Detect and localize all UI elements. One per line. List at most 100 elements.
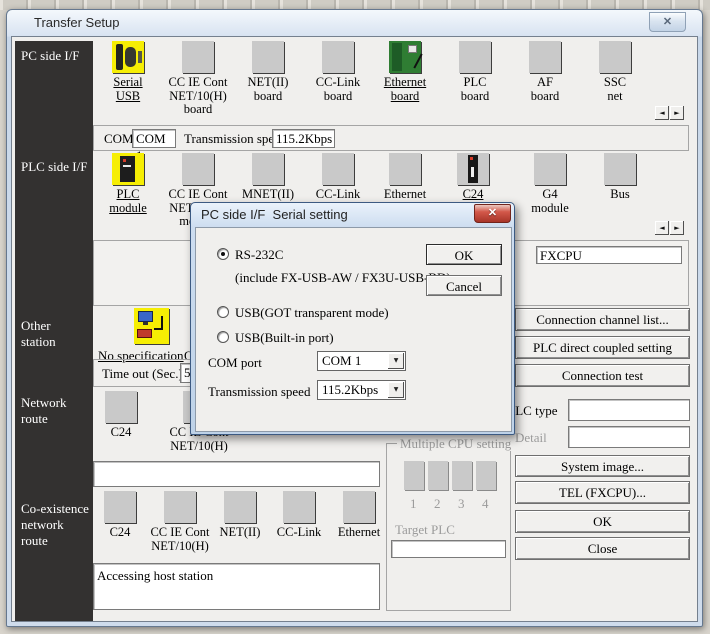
cpu-slot-number: 3 xyxy=(458,496,465,511)
target-plc-field xyxy=(391,540,506,558)
cpu-slot-icon xyxy=(476,461,496,490)
network-route-c24[interactable]: C24 xyxy=(87,391,155,440)
board-icon xyxy=(252,41,284,73)
system-image-button[interactable]: System image... xyxy=(515,455,690,477)
plc-type-field xyxy=(568,399,690,421)
pc-if-serial-usb[interactable]: Serial USB xyxy=(94,41,162,103)
label-coexistence-route: Co-existence network route xyxy=(21,501,93,549)
transmission-speed-select[interactable]: 115.2Kbps ▼ xyxy=(317,380,406,400)
pc-if-ccie-board[interactable]: CC IE Cont NET/10(H) board xyxy=(164,41,232,117)
module-icon xyxy=(224,491,256,523)
timeout-label: Time out (Sec.) xyxy=(102,366,183,381)
module-icon xyxy=(604,153,636,185)
dialog-speed-label: Transmission speed xyxy=(208,384,310,399)
board-icon xyxy=(529,41,561,73)
coexistence-ccie[interactable]: CC IE Cont NET/10(H) xyxy=(146,491,214,553)
plc-type-label: PLC type xyxy=(508,403,557,418)
pc-if-plc-board[interactable]: PLC board xyxy=(441,41,509,103)
close-button[interactable]: Close xyxy=(515,537,690,560)
icon-label: PLC module xyxy=(94,188,162,215)
com-settings-bar: COM COM 1 Transmission speed 115.2Kbps xyxy=(93,125,689,151)
rs232c-radio[interactable] xyxy=(217,248,229,260)
network-route-display xyxy=(93,461,380,487)
com-port-value: COM 1 xyxy=(322,353,361,368)
dialog-cancel-button[interactable]: Cancel xyxy=(426,275,502,296)
usb-got-radio-label[interactable]: USB(GOT transparent mode) xyxy=(235,305,389,320)
cpu-slot-number: 4 xyxy=(482,496,489,511)
plc-if-g4-module[interactable]: G4 module xyxy=(516,153,584,215)
label-pc-side-if: PC side I/F xyxy=(21,48,80,64)
close-icon[interactable]: ✕ xyxy=(649,12,686,32)
board-icon xyxy=(599,41,631,73)
scroll-right-icon[interactable]: ► xyxy=(670,221,684,235)
chevron-down-icon[interactable]: ▼ xyxy=(388,382,404,398)
pc-if-ethernet-board[interactable]: Ethernet board xyxy=(371,41,439,103)
module-icon xyxy=(322,153,354,185)
pc-if-net2-board[interactable]: NET(II) board xyxy=(234,41,302,103)
usb-got-radio[interactable] xyxy=(217,306,229,318)
dialog-ok-button[interactable]: OK xyxy=(426,244,502,265)
icon-label: NET(II) board xyxy=(234,76,302,103)
ethernet-board-icon xyxy=(389,41,421,73)
section-sidebar: PC side I/F PLC side I/F Other station N… xyxy=(15,41,93,621)
rs232c-radio-label[interactable]: RS-232C xyxy=(235,247,283,262)
icon-label: Bus xyxy=(586,188,654,202)
c24-icon xyxy=(457,153,489,185)
rs232c-note: (include FX-USB-AW / FX3U-USB-BD) xyxy=(235,270,451,285)
com-port-label: COM port xyxy=(208,355,262,370)
com-port-select[interactable]: COM 1 ▼ xyxy=(317,351,406,371)
multiple-cpu-group: Multiple CPU setting 1 2 3 4 Target PLC xyxy=(386,443,511,611)
connection-channel-list-button[interactable]: Connection channel list... xyxy=(515,308,690,331)
module-icon xyxy=(283,491,315,523)
coexistence-cclink[interactable]: CC-Link xyxy=(265,491,333,540)
icon-label: Ethernet board xyxy=(371,76,439,103)
connection-test-button[interactable]: Connection test xyxy=(515,364,690,387)
label-network-route: Network route xyxy=(21,395,67,427)
speed-value-field: 115.2Kbps xyxy=(272,129,335,148)
icon-label: CC-Link xyxy=(265,526,333,540)
dialog-close-icon[interactable]: ✕ xyxy=(474,204,511,223)
icon-label: C24 xyxy=(87,426,155,440)
cpu-slot-icon xyxy=(452,461,472,490)
coexistence-c24[interactable]: C24 xyxy=(86,491,154,540)
detail-label: Detail xyxy=(515,430,547,445)
plc-direct-coupled-button[interactable]: PLC direct coupled setting xyxy=(515,336,690,359)
detail-field xyxy=(568,426,690,448)
tel-fxcpu-button[interactable]: TEL (FXCPU)... xyxy=(515,481,690,504)
other-station-no-specification[interactable]: No specification xyxy=(106,308,196,344)
board-icon xyxy=(459,41,491,73)
usb-builtin-radio[interactable] xyxy=(217,331,229,343)
module-icon xyxy=(182,153,214,185)
coexistence-net2[interactable]: NET(II) xyxy=(206,491,274,540)
icon-label: CC IE Cont NET/10(H) xyxy=(146,526,214,553)
scroll-left-icon[interactable]: ◄ xyxy=(655,106,669,120)
plc-if-plc-module[interactable]: PLC module xyxy=(94,153,162,215)
scroll-right-icon[interactable]: ► xyxy=(670,106,684,120)
icon-label: Ethernet xyxy=(325,526,393,540)
speed-value: 115.2Kbps xyxy=(322,382,378,397)
accessing-host-station-box: Accessing host station xyxy=(93,563,380,610)
no-specification-icon xyxy=(134,308,169,344)
cpu-slot-icon xyxy=(404,461,424,490)
label-plc-side-if: PLC side I/F xyxy=(21,159,87,175)
module-icon xyxy=(343,491,375,523)
scroll-left-icon[interactable]: ◄ xyxy=(655,221,669,235)
module-icon xyxy=(389,153,421,185)
pc-if-ssc-net[interactable]: SSC net xyxy=(581,41,649,103)
icon-label: C24 xyxy=(86,526,154,540)
window-title: Transfer Setup xyxy=(7,10,702,36)
icon-label: NET(II) xyxy=(206,526,274,540)
pc-if-af-board[interactable]: AF board xyxy=(511,41,579,103)
chevron-down-icon[interactable]: ▼ xyxy=(388,353,404,369)
ok-button[interactable]: OK xyxy=(515,510,690,533)
pc-side-serial-setting-dialog: PC side I/F Serial setting ✕ RS-232C (in… xyxy=(190,202,515,435)
com-label: COM xyxy=(104,131,134,146)
icon-label: G4 module xyxy=(516,188,584,215)
plc-if-c24[interactable]: C24 xyxy=(439,153,507,202)
plc-if-bus[interactable]: Bus xyxy=(586,153,654,202)
cpu-type-list[interactable]: FXCPU xyxy=(536,246,682,264)
pc-if-cclink-board[interactable]: CC-Link board xyxy=(304,41,372,103)
dialog-body: RS-232C (include FX-USB-AW / FX3U-USB-BD… xyxy=(195,227,512,432)
coexistence-ethernet[interactable]: Ethernet xyxy=(325,491,393,540)
usb-builtin-radio-label[interactable]: USB(Built-in port) xyxy=(235,330,334,345)
